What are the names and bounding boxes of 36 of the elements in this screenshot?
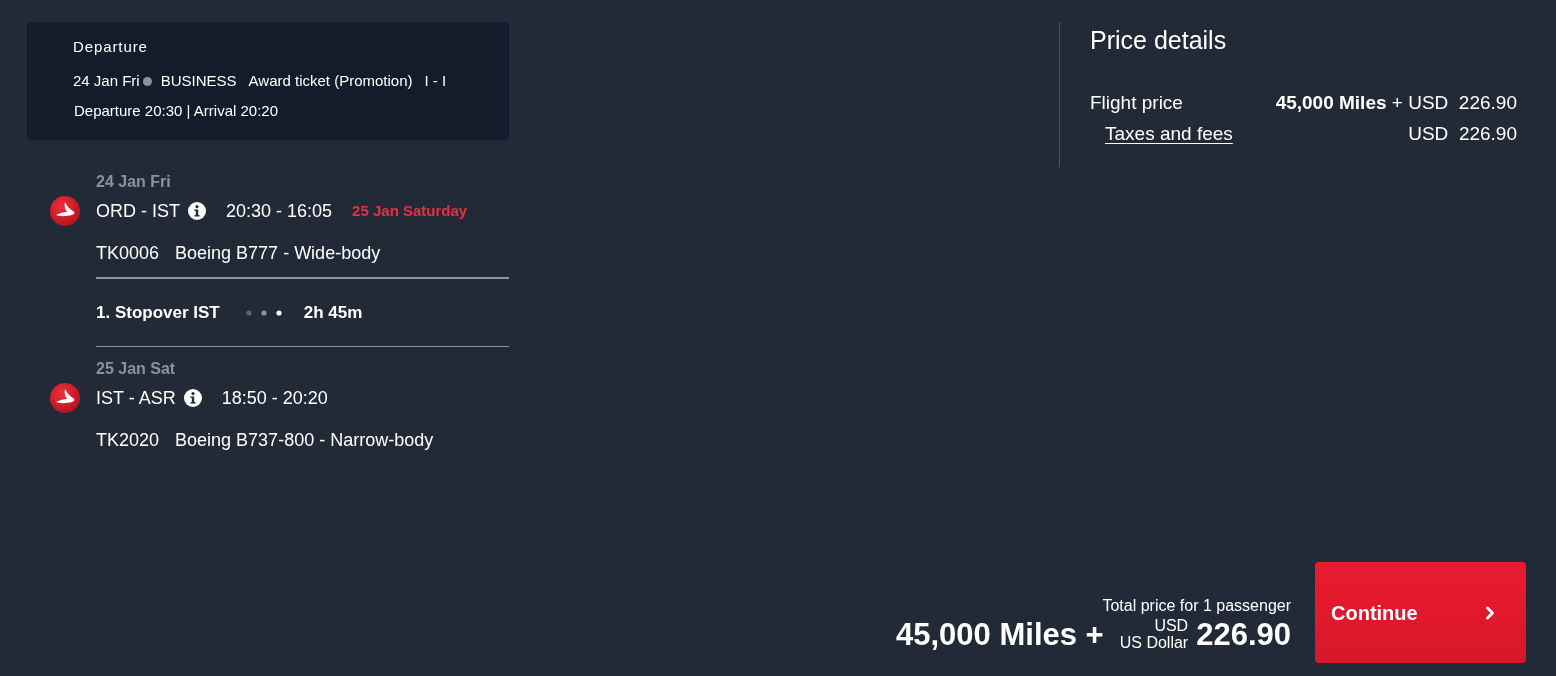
card-date: 24 Jan Fri xyxy=(73,71,140,91)
price-label: Flight price xyxy=(1090,91,1183,116)
next-day-arrival-note: 25 Jan Saturday xyxy=(352,201,468,221)
total-amount: 226.90 xyxy=(1196,617,1291,653)
card-times: Departure 20:30 | Arrival 20:20 xyxy=(74,101,279,121)
flight-times: 20:30 - 16:05 xyxy=(226,200,333,223)
flight-route: ORD - IST xyxy=(96,200,180,223)
total-miles: 45,000 Miles + xyxy=(896,617,1104,653)
booking-class: I - I xyxy=(424,71,447,91)
flight-number: TK0006 xyxy=(96,242,160,265)
flight-times: 18:50 - 20:20 xyxy=(221,387,328,410)
separator-dot-icon xyxy=(142,76,152,86)
fare-type: Award ticket (Promotion) xyxy=(248,71,413,91)
progress-dots-icon xyxy=(245,309,282,316)
price-value: 45,000 Miles + USD 226.90 xyxy=(1275,91,1517,116)
stopover-label: 1. Stopover IST xyxy=(96,301,220,324)
cabin-class: BUSINESS xyxy=(160,71,237,91)
bird-logo-icon xyxy=(50,383,80,413)
total-price-label: Total price for 1 passenger xyxy=(1102,596,1291,616)
info-icon[interactable] xyxy=(183,389,202,407)
aircraft-type: Boeing B777 - Wide-body xyxy=(175,242,381,265)
stopover-duration: 2h 45m xyxy=(303,301,363,324)
currency-name: US Dollar xyxy=(1119,634,1189,651)
price-value: USD 226.90 xyxy=(1408,122,1517,147)
info-icon[interactable] xyxy=(188,202,206,220)
aircraft-type: Boeing B737-800 - Narrow-body xyxy=(175,429,434,452)
flight-route: IST - ASR xyxy=(96,387,176,410)
currency-code: USD xyxy=(1154,617,1189,634)
price-details-title: Price details xyxy=(1090,25,1227,56)
bird-logo-icon xyxy=(50,196,80,226)
continue-button[interactable]: Continue xyxy=(1315,562,1526,663)
flight-date: 24 Jan Fri xyxy=(96,172,171,192)
flight-date: 25 Jan Sat xyxy=(96,359,176,379)
flight-number: TK2020 xyxy=(96,429,160,452)
card-title: Departure xyxy=(73,37,148,57)
taxes-link[interactable]: Taxes and fees xyxy=(1105,120,1233,149)
